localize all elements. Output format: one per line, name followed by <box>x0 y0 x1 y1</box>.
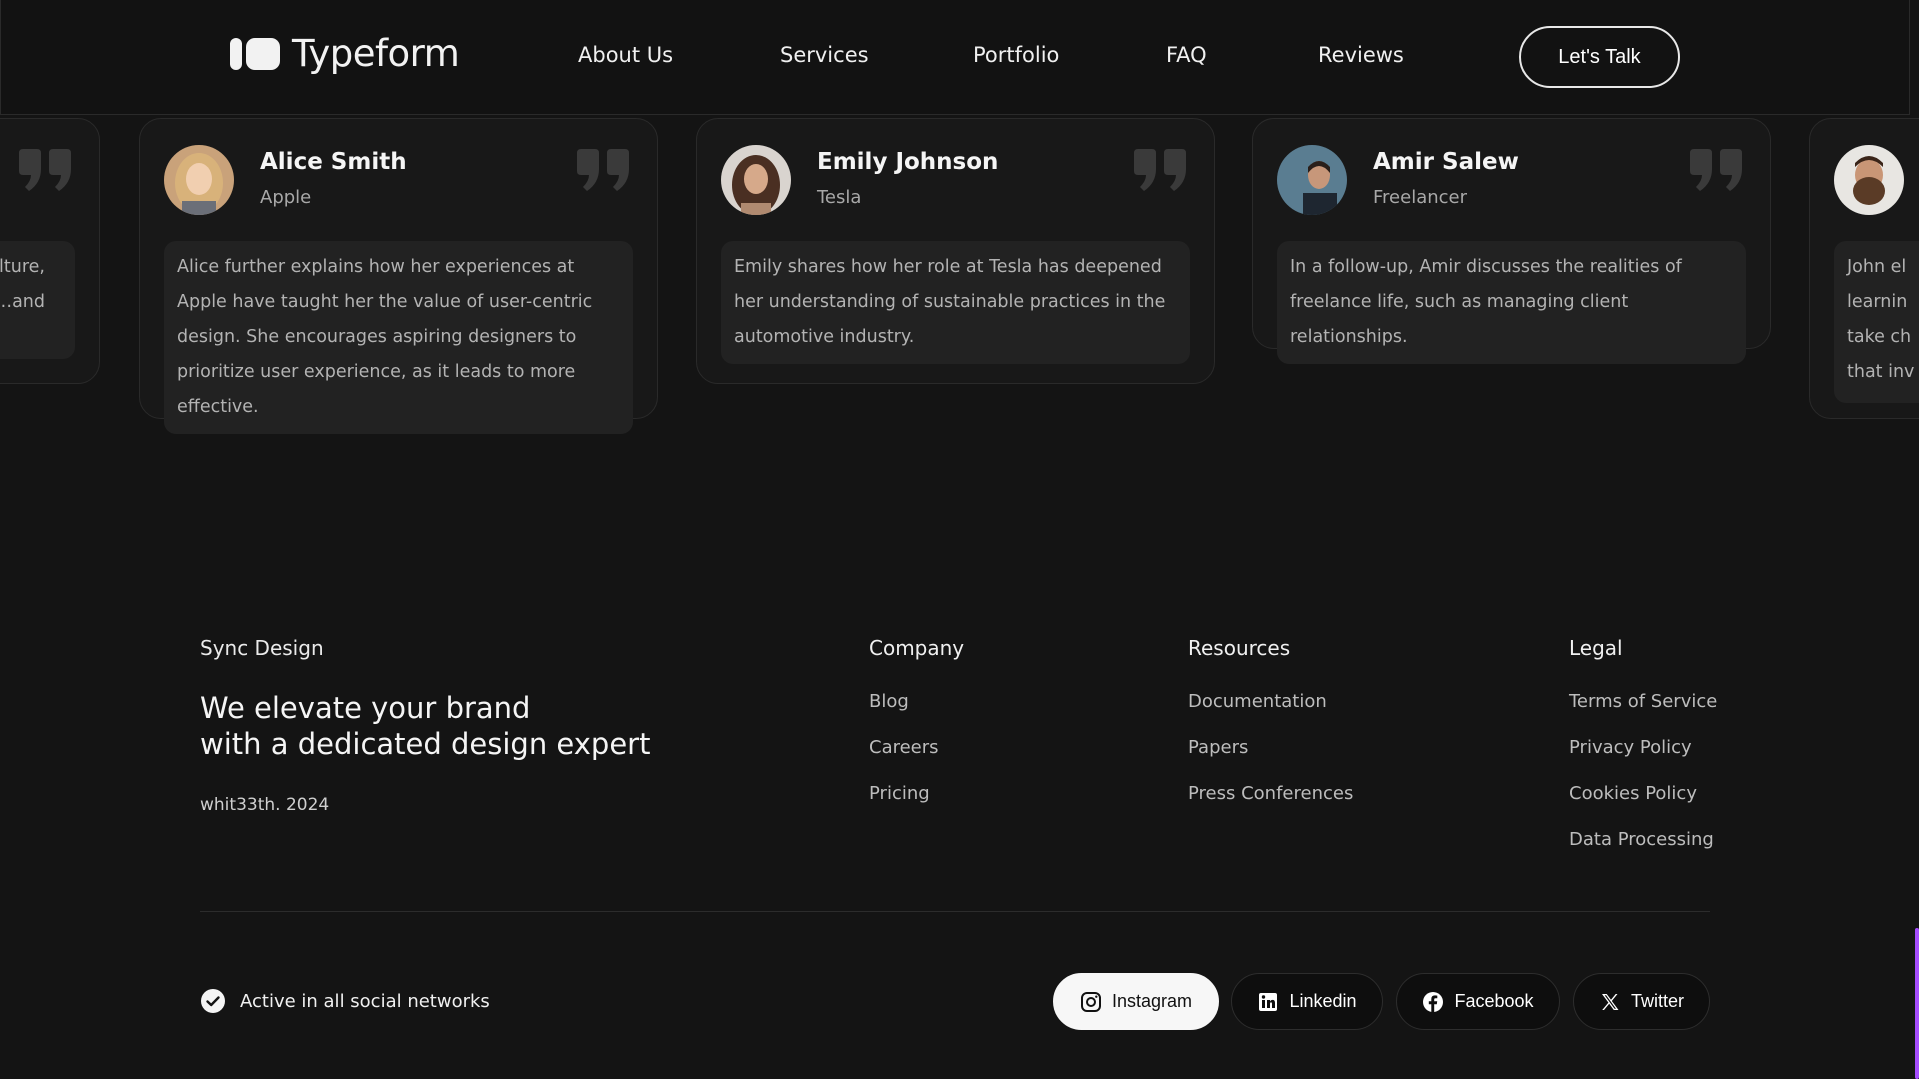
column-title-company: Company <box>869 636 965 660</box>
linkedin-label: Linkedin <box>1289 991 1357 1011</box>
footer-tagline-line: with a dedicated design expert <box>200 727 651 761</box>
footer-tagline: We elevate your brand with a dedicated d… <box>200 690 720 762</box>
testimonial-card: Amir Salew Freelancer In a follow-up, Am… <box>1252 118 1771 364</box>
social-status: Active in all social networks <box>200 988 490 1014</box>
footer-link-data-processing[interactable]: Data Processing <box>1569 829 1714 850</box>
footer-brand: Sync Design <box>200 636 324 660</box>
facebook-icon <box>1423 991 1444 1012</box>
top-navbar: Typeform About Us Services Portfolio FAQ… <box>0 0 1910 115</box>
footer-link-careers[interactable]: Careers <box>869 737 939 758</box>
typeform-logo-icon <box>230 37 280 70</box>
nav-reviews[interactable]: Reviews <box>1318 43 1404 67</box>
footer-link-documentation[interactable]: Documentation <box>1188 691 1327 712</box>
nav-services[interactable]: Services <box>780 43 869 67</box>
quote-icon <box>19 149 71 191</box>
avatar <box>721 145 791 215</box>
brand-name: Typeform <box>292 32 460 75</box>
footer-link-privacy-policy[interactable]: Privacy Policy <box>1569 737 1692 758</box>
testimonial-card: John el learnin take ch that inv <box>1809 118 1919 419</box>
avatar <box>1834 145 1904 215</box>
reviewer-name: Emily Johnson <box>817 149 999 175</box>
status-text: Active in all social networks <box>240 990 490 1012</box>
footer-link-terms-of-service[interactable]: Terms of Service <box>1569 691 1717 712</box>
footer-link-cookies-policy[interactable]: Cookies Policy <box>1569 783 1697 804</box>
facebook-label: Facebook <box>1454 991 1534 1011</box>
copyright: whit33th. 2024 <box>200 795 330 815</box>
quote-icon <box>1690 149 1742 191</box>
column-title-resources: Resources <box>1188 636 1291 660</box>
linkedin-button[interactable]: Linkedin <box>1231 973 1383 1030</box>
testimonial-text: Emily shares how her role at Tesla has d… <box>721 241 1190 364</box>
avatar <box>1277 145 1347 215</box>
x-twitter-icon <box>1601 993 1619 1010</box>
brand-logo[interactable]: Typeform <box>230 32 460 75</box>
testimonial-text: John el learnin take ch that inv <box>1834 241 1919 403</box>
linkedin-icon <box>1259 992 1278 1011</box>
footer-divider <box>200 911 1710 912</box>
footer-tagline-line: We elevate your brand <box>200 691 531 725</box>
twitter-button[interactable]: Twitter <box>1573 973 1710 1030</box>
nav-portfolio[interactable]: Portfolio <box>973 43 1059 67</box>
testimonial-text: Alice further explains how her experienc… <box>164 241 633 434</box>
nav-faq[interactable]: FAQ <box>1166 43 1207 67</box>
quote-icon <box>577 149 629 191</box>
avatar <box>164 145 234 215</box>
instagram-button[interactable]: Instagram <box>1053 973 1219 1030</box>
reviewer-name: Amir Salew <box>1373 149 1519 175</box>
footer-link-pricing[interactable]: Pricing <box>869 783 930 804</box>
reviewer-name: Alice Smith <box>260 149 407 175</box>
quote-icon <box>1134 149 1186 191</box>
instagram-label: Instagram <box>1111 991 1193 1011</box>
facebook-button[interactable]: Facebook <box>1396 973 1560 1030</box>
footer-link-press-conferences[interactable]: Press Conferences <box>1188 783 1353 804</box>
reviewer-company: Apple <box>260 187 312 208</box>
instagram-icon <box>1080 991 1101 1012</box>
footer-link-blog[interactable]: Blog <box>869 691 909 712</box>
nav-about-us[interactable]: About Us <box>578 43 673 67</box>
testimonial-text: In a follow-up, Amir discusses the reali… <box>1277 241 1746 364</box>
lets-talk-button[interactable]: Let's Talk <box>1519 26 1680 88</box>
testimonial-card: …ulture, …and <box>0 118 100 384</box>
check-circle-icon <box>201 989 225 1013</box>
footer-link-papers[interactable]: Papers <box>1188 737 1248 758</box>
testimonial-card: Emily Johnson Tesla Emily shares how her… <box>696 118 1215 384</box>
column-title-legal: Legal <box>1569 636 1623 660</box>
twitter-label: Twitter <box>1630 991 1684 1011</box>
page: Typeform About Us Services Portfolio FAQ… <box>0 0 1919 1079</box>
scrollbar-thumb[interactable] <box>1915 928 1919 1079</box>
testimonial-text: …ulture, …and <box>0 241 75 359</box>
testimonial-card: Alice Smith Apple Alice further explains… <box>139 118 658 434</box>
reviewer-company: Tesla <box>817 187 862 208</box>
reviewer-company: Freelancer <box>1373 187 1468 208</box>
